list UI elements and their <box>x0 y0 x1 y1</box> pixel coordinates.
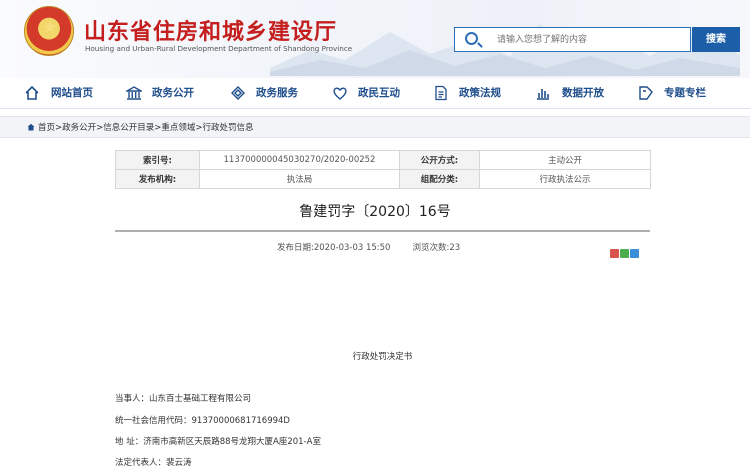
search-box <box>454 27 691 52</box>
search-input[interactable] <box>497 31 687 48</box>
publish-date: 发布日期:2020-03-03 15:50 <box>277 243 391 253</box>
disclosure-value: 主动公开 <box>479 150 651 170</box>
nav-label-home: 网站首页 <box>51 87 93 99</box>
document-info-table: 索引号: 113700000045030270/2020-00252 公开方式:… <box>115 150 651 189</box>
breadcrumb: 首页>政务公开>信息公开目录>重点领域>行政处罚信息 <box>0 116 750 138</box>
share-icon[interactable] <box>620 249 629 258</box>
index-value: 113700000045030270/2020-00252 <box>199 150 400 170</box>
index-label: 索引号: <box>115 150 200 170</box>
nav-label-gov-affairs: 政务公开 <box>152 87 194 99</box>
bar-chart-icon <box>537 89 549 100</box>
legal-representative-line: 法定代表人：裴云涛 <box>115 458 192 468</box>
search-icon <box>465 32 478 45</box>
table-row: 发布机构: 执法局 组配分类: 行政执法公示 <box>115 169 651 189</box>
site-title[interactable]: 山东省住房和城乡建设厅 <box>84 14 337 46</box>
nav-label-interaction: 政民互动 <box>358 87 400 99</box>
category-label: 组配分类: <box>399 169 480 189</box>
topics-icon <box>639 86 653 100</box>
view-count: 浏览次数:23 <box>412 243 461 253</box>
document-tools <box>609 243 639 258</box>
site-subtitle: Housing and Urban-Rural Development Depa… <box>85 44 353 53</box>
search-button[interactable]: 搜索 <box>692 27 740 52</box>
disclosure-label: 公开方式: <box>399 150 480 170</box>
interaction-heart-icon <box>333 87 347 100</box>
address-line: 地 址：济南市高新区天辰路88号龙翔大厦A座201-A室 <box>115 437 321 447</box>
publisher-label: 发布机构: <box>115 169 200 189</box>
national-emblem-logo[interactable] <box>24 6 74 56</box>
nav-label-policy: 政策法规 <box>459 87 501 99</box>
site-header: 山东省住房和城乡建设厅 Housing and Urban-Rural Deve… <box>0 0 750 78</box>
nav-label-open-data: 数据开放 <box>562 87 604 99</box>
table-row: 索引号: 113700000045030270/2020-00252 公开方式:… <box>115 150 651 170</box>
decision-heading: 行政处罚决定书 <box>352 352 413 362</box>
document-meta: 发布日期:2020-03-03 15:50 浏览次数:23 <box>277 241 460 253</box>
breadcrumb-path[interactable]: 首页>政务公开>信息公开目录>重点领域>行政处罚信息 <box>38 121 254 133</box>
party-line: 当事人：山东百士基础工程有限公司 <box>115 394 252 404</box>
nav-label-gov-services: 政务服务 <box>256 87 298 99</box>
government-building-icon <box>126 86 142 100</box>
service-diamond-icon <box>231 86 245 100</box>
main-nav: 网站首页 政务公开 政务服务 政民互动 政策法规 数据开放 专题专栏 <box>0 78 750 109</box>
publisher-value: 执法局 <box>199 169 400 189</box>
document-title: 鲁建罚字〔2020〕16号 <box>299 204 451 220</box>
enlarge-font-icon[interactable] <box>630 249 639 258</box>
title-divider <box>115 230 650 232</box>
category-value: 行政执法公示 <box>479 169 651 189</box>
print-icon[interactable] <box>610 249 619 258</box>
breadcrumb-home-icon <box>27 123 35 131</box>
document-icon <box>435 85 447 101</box>
nav-label-topics: 专题专栏 <box>664 87 706 99</box>
credit-code-line: 统一社会信用代码：91370000681716994D <box>115 416 290 426</box>
home-icon <box>25 85 39 100</box>
